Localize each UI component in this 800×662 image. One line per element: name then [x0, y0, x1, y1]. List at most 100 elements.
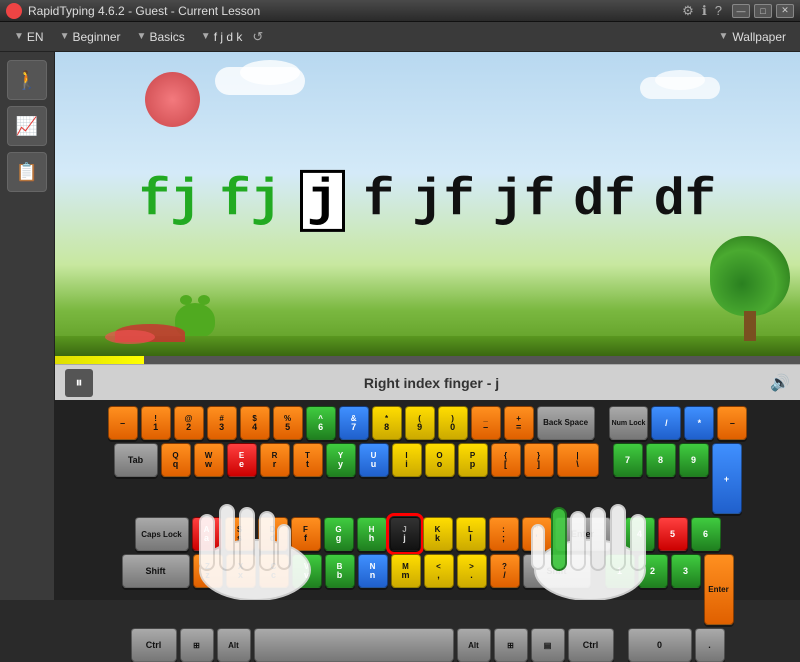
key-f[interactable]: Ff [291, 517, 321, 551]
key-p[interactable]: Pp [458, 443, 488, 477]
volume-button[interactable]: 🔊 [770, 373, 790, 393]
key-period[interactable]: >. [457, 554, 487, 588]
close-button[interactable]: ✕ [776, 4, 794, 18]
key-num-minus[interactable]: – [717, 406, 747, 440]
maximize-button[interactable]: □ [754, 4, 772, 18]
key-e[interactable]: Ee [227, 443, 257, 477]
sidebar-lesson-button[interactable]: 🚶 [7, 60, 47, 100]
key-l[interactable]: Ll [456, 517, 486, 551]
key-num-2[interactable]: 2 [638, 554, 668, 588]
key-alt-right[interactable]: Alt [457, 628, 491, 662]
window-controls: — □ ✕ [732, 4, 794, 18]
key-win-left[interactable]: ⊞ [180, 628, 214, 662]
key-k[interactable]: Kk [423, 517, 453, 551]
key-h[interactable]: Hh [357, 517, 387, 551]
key-rbracket[interactable]: }] [524, 443, 554, 477]
key-2[interactable]: @2 [174, 406, 204, 440]
key-num-1[interactable]: 1 [605, 554, 635, 588]
refresh-icon[interactable]: ↺ [252, 29, 263, 45]
wallpaper-menu[interactable]: ▼ Wallpaper [713, 27, 792, 47]
key-menu[interactable]: ▤ [531, 628, 565, 662]
key-g[interactable]: Gg [324, 517, 354, 551]
key-minus[interactable]: – [108, 406, 138, 440]
key-numlock[interactable]: Num Lock [609, 406, 649, 440]
key-num-6[interactable]: 6 [691, 517, 721, 551]
key-num-3[interactable]: 3 [671, 554, 701, 588]
language-menu[interactable]: ▼ EN [8, 27, 50, 47]
key-d[interactable]: Dd [258, 517, 288, 551]
level-menu[interactable]: ▼ Beginner [54, 27, 127, 47]
key-6[interactable]: ^6 [306, 406, 336, 440]
pause-button[interactable]: ⏸ [65, 369, 93, 397]
course-menu[interactable]: ▼ Basics [131, 27, 191, 47]
key-space[interactable] [254, 628, 454, 662]
settings-icon[interactable]: ⚙ [682, 3, 694, 19]
key-backspace[interactable]: Back Space [537, 406, 595, 440]
key-m[interactable]: Mm [391, 554, 421, 588]
key-num-8[interactable]: 8 [646, 443, 676, 477]
key-capslock[interactable]: Caps Lock [135, 517, 189, 551]
key-quote[interactable]: "' [522, 517, 552, 551]
help-icon[interactable]: ? [715, 3, 722, 18]
key-o[interactable]: Oo [425, 443, 455, 477]
key-i[interactable]: Ii [392, 443, 422, 477]
key-y[interactable]: Yy [326, 443, 356, 477]
key-win-right[interactable]: ⊞ [494, 628, 528, 662]
key-8[interactable]: *8 [372, 406, 402, 440]
key-n[interactable]: Nn [358, 554, 388, 588]
key-num-9[interactable]: 9 [679, 443, 709, 477]
key-u[interactable]: Uu [359, 443, 389, 477]
key-enter[interactable]: Enter [555, 517, 611, 551]
key-x[interactable]: Xx [226, 554, 256, 588]
key-s[interactable]: Ss [225, 517, 255, 551]
key-alt-left[interactable]: Alt [217, 628, 251, 662]
key-num-star[interactable]: * [684, 406, 714, 440]
sidebar-lessons-button[interactable]: 📋 [7, 152, 47, 192]
minimize-button[interactable]: — [732, 4, 750, 18]
key-num-slash[interactable]: / [651, 406, 681, 440]
key-shift-right[interactable]: Shift [523, 554, 591, 588]
tree-trunk [744, 311, 756, 341]
key-b[interactable]: Bb [325, 554, 355, 588]
key-num-enter[interactable]: Enter [704, 554, 734, 625]
key-equals[interactable]: += [504, 406, 534, 440]
keyboard-row-5: Ctrl ⊞ Alt Alt ⊞ ▤ Ctrl 0 . [63, 628, 792, 662]
key-ctrl-left[interactable]: Ctrl [131, 628, 177, 662]
key-backslash[interactable]: |\ [557, 443, 599, 477]
key-dash[interactable]: _– [471, 406, 501, 440]
key-shift-left[interactable]: Shift [122, 554, 190, 588]
lesson-menu[interactable]: ▼ f j d k [195, 27, 249, 47]
flower-2 [105, 330, 155, 344]
key-v[interactable]: Vv [292, 554, 322, 588]
key-j[interactable]: Jj [390, 517, 420, 551]
key-c[interactable]: Cc [259, 554, 289, 588]
key-4[interactable]: $4 [240, 406, 270, 440]
key-5[interactable]: %5 [273, 406, 303, 440]
key-num-plus[interactable]: + [712, 443, 742, 514]
key-comma[interactable]: <, [424, 554, 454, 588]
key-9[interactable]: (9 [405, 406, 435, 440]
key-t[interactable]: Tt [293, 443, 323, 477]
key-tab[interactable]: Tab [114, 443, 158, 477]
key-7[interactable]: &7 [339, 406, 369, 440]
key-z[interactable]: Zz [193, 554, 223, 588]
key-num-0[interactable]: 0 [628, 628, 692, 662]
key-slash[interactable]: ?/ [490, 554, 520, 588]
cloud-2b [655, 70, 705, 90]
key-3[interactable]: #3 [207, 406, 237, 440]
key-w[interactable]: Ww [194, 443, 224, 477]
info-icon[interactable]: ℹ [702, 3, 707, 19]
key-num-5[interactable]: 5 [658, 517, 688, 551]
key-num-7[interactable]: 7 [613, 443, 643, 477]
key-lbracket[interactable]: {[ [491, 443, 521, 477]
key-r[interactable]: Rr [260, 443, 290, 477]
sidebar-stats-button[interactable]: 📈 [7, 106, 47, 146]
key-ctrl-right[interactable]: Ctrl [568, 628, 614, 662]
key-a[interactable]: Aa [192, 517, 222, 551]
key-q[interactable]: Qq [161, 443, 191, 477]
key-semicolon[interactable]: :; [489, 517, 519, 551]
key-1[interactable]: !1 [141, 406, 171, 440]
key-num-4[interactable]: 4 [625, 517, 655, 551]
key-num-dot[interactable]: . [695, 628, 725, 662]
key-0[interactable]: )0 [438, 406, 468, 440]
